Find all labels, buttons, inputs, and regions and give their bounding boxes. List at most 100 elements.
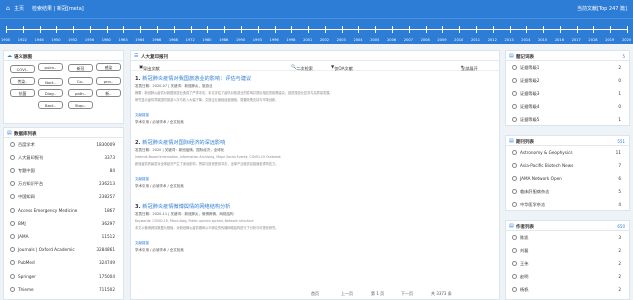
- pager-prev[interactable]: 上一页: [341, 291, 353, 297]
- cloud-keyword[interactable]: 感染: [96, 63, 121, 71]
- radio-button[interactable]: [512, 90, 517, 96]
- radio-button[interactable]: [512, 162, 517, 168]
- list-row[interactable]: 王伟 2: [506, 258, 629, 268]
- cloud-keyword[interactable]: pnn..: [96, 77, 121, 85]
- timeline-year[interactable]: 2001: [303, 38, 312, 42]
- radio-button[interactable]: [10, 220, 15, 226]
- radio-button[interactable]: [512, 175, 517, 181]
- list-row[interactable]: 人大复印报刊 3373: [4, 152, 123, 162]
- radio-button[interactable]: [512, 116, 517, 122]
- timeline-year[interactable]: 2015: [538, 38, 547, 42]
- radio-button[interactable]: [10, 167, 15, 173]
- timeline-year[interactable]: 2017: [572, 38, 581, 42]
- timeline-year[interactable]: 1956: [85, 38, 94, 42]
- timeline-year[interactable]: 2012: [488, 38, 497, 42]
- cloud-keyword[interactable]: Stap..: [68, 101, 93, 109]
- article-title-link[interactable]: 3. 新冠肺炎疫情微博舆情的网络结构分析: [135, 203, 230, 210]
- cloud-keyword[interactable]: 新..: [96, 89, 121, 97]
- cloud-keyword[interactable]: Bact..: [38, 101, 63, 109]
- list-row[interactable]: 专题中国 84: [4, 165, 123, 175]
- timeline-year[interactable]: 1993: [253, 38, 262, 42]
- list-row[interactable]: Journals | Oxford Academic 3284861: [4, 245, 123, 255]
- list-row[interactable]: 证据等级3 1: [506, 88, 629, 98]
- radio-button[interactable]: [10, 207, 15, 213]
- radio-button[interactable]: [512, 64, 517, 70]
- list-row[interactable]: 百度学术 1830009: [4, 139, 123, 149]
- timeline-year[interactable]: 2013: [505, 38, 514, 42]
- list-row[interactable]: 临床肝胆病杂志 5: [506, 186, 629, 196]
- timeline-year[interactable]: 1964: [135, 38, 144, 42]
- cloud-keyword[interactable]: pulm..: [38, 63, 63, 71]
- timeline-year[interactable]: 2010: [454, 38, 463, 42]
- radio-button[interactable]: [10, 286, 15, 292]
- list-row[interactable]: 杨帆 2: [506, 284, 629, 294]
- list-row[interactable]: 中华医学杂志 4: [506, 199, 629, 209]
- list-row[interactable]: 万方知识平台 236213: [4, 179, 123, 189]
- timeline-year[interactable]: 1946: [35, 38, 44, 42]
- timeline-year[interactable]: 2003: [337, 38, 346, 42]
- timeline-year[interactable]: 1972: [186, 38, 195, 42]
- radio-button[interactable]: [10, 260, 15, 266]
- timeline-year[interactable]: 1998: [286, 38, 295, 42]
- timeline-year[interactable]: 2007: [404, 38, 413, 42]
- oa-filter-button[interactable]: ▼ 仅OA文献: [331, 64, 353, 72]
- timeline-year[interactable]: 2002: [320, 38, 329, 42]
- radio-button[interactable]: [10, 154, 15, 160]
- timeline-year[interactable]: 2005: [370, 38, 379, 42]
- timeline-year[interactable]: 2011: [471, 38, 480, 42]
- radio-button[interactable]: [10, 233, 15, 239]
- radio-button[interactable]: [10, 273, 15, 279]
- list-row[interactable]: 刘磊 2: [506, 245, 629, 255]
- timeline-year[interactable]: 2006: [387, 38, 396, 42]
- list-row[interactable]: 陈凯 3: [506, 232, 629, 242]
- timeline-year[interactable]: 1980: [202, 38, 211, 42]
- pager-page[interactable]: 第 1 页: [371, 291, 384, 297]
- radio-button[interactable]: [10, 141, 15, 147]
- pager-next[interactable]: 下一页: [401, 291, 413, 297]
- radio-button[interactable]: [512, 273, 517, 279]
- timeline-year[interactable]: 2004: [353, 38, 362, 42]
- cloud-keyword[interactable]: 新冠: [68, 64, 93, 72]
- cloud-keyword[interactable]: path..: [68, 89, 93, 97]
- list-row[interactable]: 中国知网 238257: [4, 192, 123, 202]
- timeline-year[interactable]: 1900: [1, 38, 10, 42]
- secondary-search-button[interactable]: 🔍 二次检索: [291, 64, 313, 72]
- cloud-keyword[interactable]: 传染..: [10, 77, 35, 85]
- list-row[interactable]: Thieme 711502: [4, 284, 123, 294]
- radio-button[interactable]: [512, 260, 517, 266]
- list-row[interactable]: Astronomy & Geophysics 11: [506, 147, 629, 157]
- radio-button[interactable]: [10, 247, 15, 253]
- article-title-link[interactable]: 1. 新冠肺炎疫情对我国旅游业的影响：评估与建议: [135, 75, 251, 82]
- timeline-year[interactable]: 2019: [605, 38, 614, 42]
- timeline-year[interactable]: 1996: [270, 38, 279, 42]
- timeline-year[interactable]: 2016: [555, 38, 564, 42]
- timeline-year[interactable]: 1952: [68, 38, 77, 42]
- radio-button[interactable]: [10, 181, 15, 187]
- article-title-link[interactable]: 2. 新冠肺炎疫情对国际经济的深远影响: [135, 139, 225, 146]
- article-title[interactable]: 新冠肺炎疫情微博舆情的网络结构分析: [142, 204, 230, 210]
- citation-links[interactable]: 学术引用 / 必读学术 / 全文检索: [135, 248, 184, 253]
- list-row[interactable]: 赵明 2: [506, 271, 629, 281]
- radio-button[interactable]: [512, 103, 517, 109]
- fulltext-link[interactable]: 文献链接: [135, 241, 149, 246]
- timeline-year[interactable]: 2020: [622, 38, 631, 42]
- timeline-year[interactable]: 1922: [18, 38, 27, 42]
- export-button[interactable]: ▣ 导出文献: [139, 64, 160, 72]
- timeline-year[interactable]: 2014: [521, 38, 530, 42]
- radio-button[interactable]: [512, 77, 517, 83]
- cloud-keyword[interactable]: Nort..: [38, 78, 63, 86]
- timeline-year[interactable]: 2009: [437, 38, 446, 42]
- list-row[interactable]: PubMed 324749: [4, 258, 123, 268]
- cloud-keyword[interactable]: Co..: [68, 77, 93, 85]
- cloud-keyword[interactable]: COVI..: [10, 65, 35, 73]
- radio-button[interactable]: [512, 234, 517, 240]
- timeline-year[interactable]: 1990: [236, 38, 245, 42]
- radio-button[interactable]: [512, 286, 517, 292]
- timeline-year[interactable]: 1950: [51, 38, 60, 42]
- list-row[interactable]: 证据等级1 2: [506, 62, 629, 72]
- list-row[interactable]: BMJ 36297: [4, 218, 123, 228]
- list-row[interactable]: Access Emergency Medicine 1867: [4, 205, 123, 215]
- radio-button[interactable]: [512, 247, 517, 253]
- timeline-year[interactable]: 2008: [421, 38, 430, 42]
- list-row[interactable]: 证据等级5 1: [506, 114, 629, 124]
